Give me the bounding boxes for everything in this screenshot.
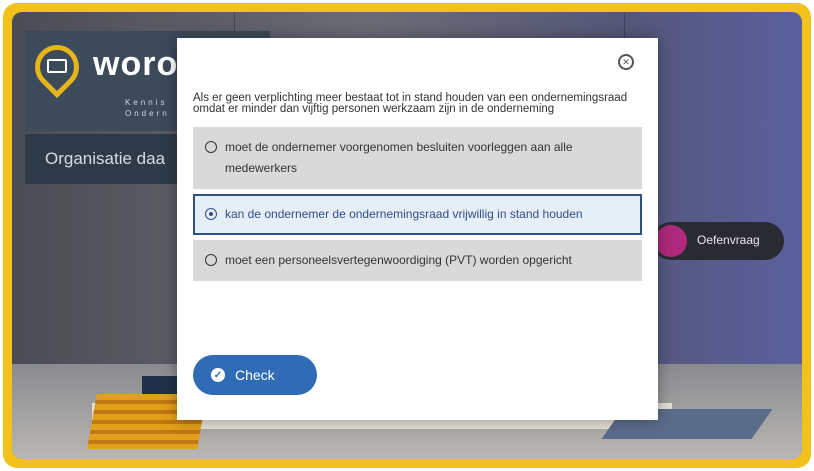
check-button-label: Check bbox=[235, 367, 275, 383]
answer-option-3[interactable]: moet een personeelsvertegenwoordiging (P… bbox=[193, 240, 642, 281]
radio-button[interactable] bbox=[205, 254, 217, 266]
logo-subtitle: Kennis Ondern bbox=[125, 98, 170, 118]
answer-option-2[interactable]: kan de ondernemer de ondernemingsraad vr… bbox=[193, 194, 642, 235]
answer-label: moet een personeelsvertegenwoordiging (P… bbox=[225, 253, 572, 267]
quiz-modal: ✕ Als er geen verplichting meer bestaat … bbox=[177, 38, 658, 420]
book-icon bbox=[47, 59, 67, 73]
practice-question-pill[interactable]: Oefenvraag bbox=[652, 222, 784, 260]
background-scene: woro Kennis Ondern Organisatie daa Oefen… bbox=[12, 12, 802, 459]
radio-button[interactable] bbox=[205, 141, 217, 153]
radio-button-selected[interactable] bbox=[205, 208, 217, 220]
answer-option-1[interactable]: moet de ondernemer voorgenomen besluiten… bbox=[193, 127, 642, 189]
yellow-frame: woro Kennis Ondern Organisatie daa Oefen… bbox=[3, 3, 811, 468]
answer-label: moet de ondernemer voorgenomen besluiten… bbox=[225, 140, 573, 175]
answer-label: kan de ondernemer de ondernemingsraad vr… bbox=[225, 207, 583, 221]
practice-question-label: Oefenvraag bbox=[697, 233, 760, 247]
checkmark-icon: ✓ bbox=[211, 368, 225, 382]
close-icon[interactable]: ✕ bbox=[618, 54, 634, 70]
question-text: Als er geen verplichting meer bestaat to… bbox=[193, 92, 628, 115]
hand-icon bbox=[655, 225, 687, 257]
logo-wordmark: woro bbox=[93, 45, 179, 83]
check-button[interactable]: ✓ Check bbox=[193, 355, 317, 395]
